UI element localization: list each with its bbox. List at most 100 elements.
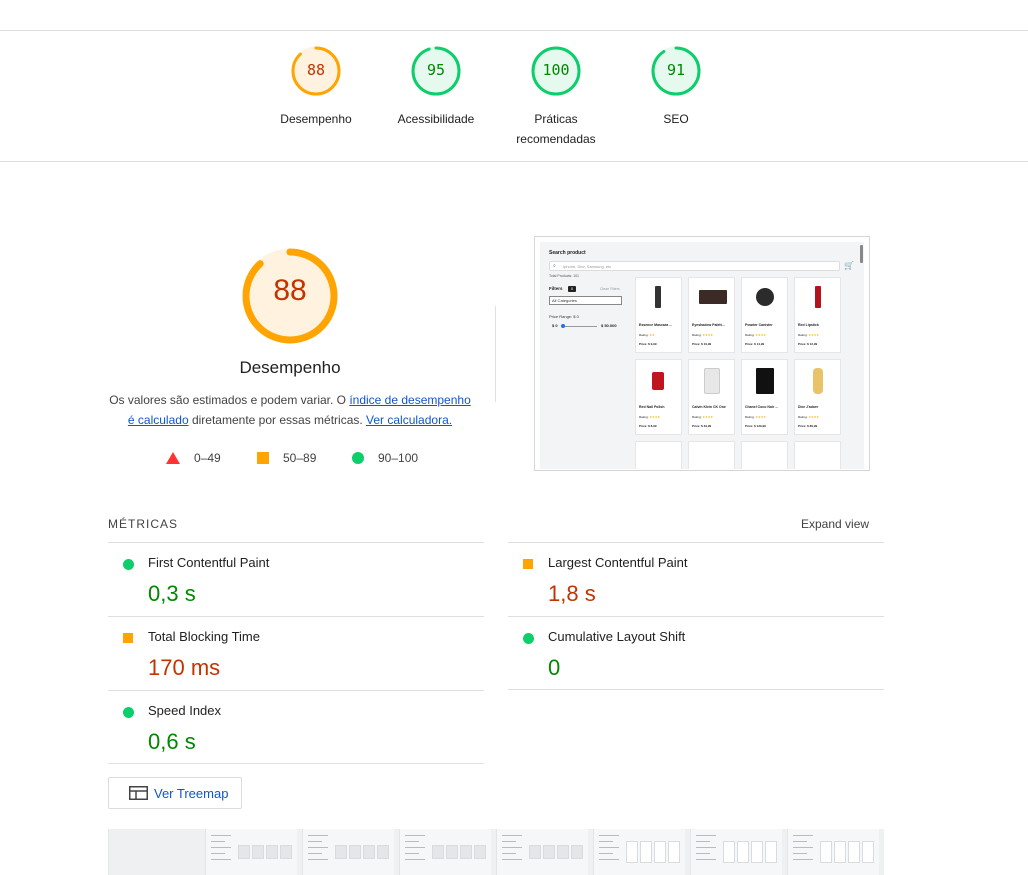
- filmstrip-cell: [432, 845, 444, 859]
- shot-clear: Clean Filters: [600, 287, 620, 291]
- shot-rating: Rating: ★★★★: [798, 333, 819, 337]
- treemap-label[interactable]: Ver Treemap: [154, 786, 228, 801]
- filmstrip-line: [502, 847, 522, 848]
- filmstrip-cell: [543, 845, 555, 859]
- filmstrip-cell: [834, 841, 846, 863]
- filmstrip-line: [211, 847, 231, 848]
- expand-view-toggle[interactable]: Expand view: [801, 517, 869, 531]
- shot-rating: Rating: ★★★★: [639, 415, 660, 419]
- shot-search-placeholder: Iphone, Dior, Samsung, etc: [563, 264, 612, 269]
- filmstrip-cell: [252, 845, 264, 859]
- stars-icon: ★★★★: [808, 333, 820, 337]
- header-divider: [0, 161, 1028, 162]
- shot-price: Price: $ 12,99: [798, 342, 818, 346]
- filmstrip-cell: [460, 845, 472, 859]
- filmstrip-line: [696, 841, 710, 842]
- lipstick-thumb: [815, 286, 821, 308]
- metric-lcp: Largest Contentful Paint 1,8 s: [508, 542, 884, 616]
- filmstrip-line: [502, 841, 516, 842]
- filmstrip-cell: [668, 841, 680, 863]
- stars-icon: ★★★★: [649, 415, 661, 419]
- gauge-label: SEO: [663, 112, 689, 126]
- top-divider: [0, 30, 1028, 31]
- filmstrip-line: [308, 859, 328, 860]
- shot-price: Price: $ 49,99: [692, 424, 712, 428]
- shot-search-title: Search product: [549, 250, 586, 256]
- filmstrip-cell: [737, 841, 749, 863]
- filmstrip-sidebar: [696, 835, 718, 865]
- filmstrip-line: [405, 859, 425, 860]
- filmstrip-line: [308, 841, 322, 842]
- shot-slider-track: [562, 326, 597, 327]
- shot-product-card: Red Nail Polish Rating: ★★★★ Price: $ 8,…: [635, 359, 682, 435]
- shot-filters: Filters: [549, 286, 563, 291]
- filmstrip-line: [405, 841, 419, 842]
- gauge-label: Acessibilidade: [397, 112, 475, 126]
- metric-value: 0,6 s: [148, 729, 196, 754]
- calculator-link[interactable]: Ver calculadora.: [366, 413, 452, 427]
- filmstrip-line: [502, 853, 516, 854]
- shot-product-name: Red Lipstick: [798, 323, 819, 327]
- filmstrip-line: [793, 859, 813, 860]
- shot-search-box: ⌕ Iphone, Dior, Samsung, etc: [549, 261, 840, 271]
- filmstrip-cell: [862, 841, 874, 863]
- treemap-icon: [129, 786, 148, 800]
- filmstrip-line: [405, 835, 425, 836]
- shot-price: Price: $ 8,99: [639, 424, 657, 428]
- gauge-praticas[interactable]: 100 Práticas recomendadas: [501, 45, 611, 149]
- filmstrip-frame: [205, 829, 297, 875]
- filmstrip-line: [793, 853, 807, 854]
- filmstrip-cell: [529, 845, 541, 859]
- filmstrip-line: [599, 853, 613, 854]
- filmstrip-sidebar: [599, 835, 621, 865]
- gauge-score: 91: [666, 61, 686, 79]
- metric-fcp: First Contentful Paint 0,3 s: [108, 542, 484, 616]
- filmstrip-line: [211, 835, 231, 836]
- pass-circle-icon: [523, 633, 534, 644]
- shot-product-card: [688, 441, 735, 469]
- metric-cls: Cumulative Layout Shift 0: [508, 616, 884, 690]
- filmstrip-cell: [765, 841, 777, 863]
- shot-category-select: All Categories: [549, 296, 622, 305]
- shot-product-name: Eyeshadow Palett...: [692, 323, 725, 327]
- shot-product-name: Powder Canister: [745, 323, 773, 327]
- metric-label: Total Blocking Time: [148, 629, 260, 644]
- rating-label: Rating:: [798, 333, 808, 337]
- performance-description: Os valores são estimados e podem variar.…: [105, 390, 475, 430]
- shot-product-card: Eyeshadow Palett... Rating: ★★★★ Price: …: [688, 277, 735, 353]
- metric-label: Speed Index: [148, 703, 222, 718]
- filmstrip-sidebar: [308, 835, 330, 865]
- palette-thumb: [699, 290, 727, 304]
- filmstrip-line: [599, 847, 619, 848]
- view-treemap-button[interactable]: Ver Treemap: [108, 777, 242, 809]
- metric-value: 1,8 s: [548, 581, 596, 606]
- gauge-desempenho[interactable]: 88 Desempenho: [261, 45, 371, 129]
- average-square-icon: [123, 633, 133, 643]
- mascara-thumb: [655, 286, 661, 308]
- filmstrip-cell: [751, 841, 763, 863]
- filmstrip-line: [793, 835, 813, 836]
- shot-price: Price: $ 9,99: [639, 342, 657, 346]
- stars-icon: ★★★★: [755, 333, 767, 337]
- metric-si: Speed Index 0,6 s: [108, 690, 484, 764]
- stars-icon: ★★: [649, 333, 655, 337]
- filmstrip-cell: [363, 845, 375, 859]
- filmstrip-frame: [399, 829, 491, 875]
- shot-product-name: Red Nail Polish: [639, 405, 665, 409]
- shot-price: Price: $ 89,99: [798, 424, 818, 428]
- gauge-acessibilidade[interactable]: 95 Acessibilidade: [381, 45, 491, 129]
- shot-product-name: Dior J'adore: [798, 405, 819, 409]
- shot-rating: Rating: ★★★★: [692, 415, 713, 419]
- filmstrip-line: [308, 835, 328, 836]
- rating-label: Rating:: [692, 333, 702, 337]
- filmstrip-line: [793, 841, 807, 842]
- filmstrip-cell: [557, 845, 569, 859]
- filmstrip-sidebar: [502, 835, 524, 865]
- gauge-seo[interactable]: 91 SEO: [621, 45, 731, 129]
- final-screenshot[interactable]: Search product ⌕ Iphone, Dior, Samsung, …: [534, 236, 870, 471]
- filmstrip-line: [405, 847, 425, 848]
- filmstrip-cell: [266, 845, 278, 859]
- filmstrip: [108, 829, 884, 875]
- filmstrip-line: [211, 859, 231, 860]
- performance-score: 88: [273, 274, 307, 307]
